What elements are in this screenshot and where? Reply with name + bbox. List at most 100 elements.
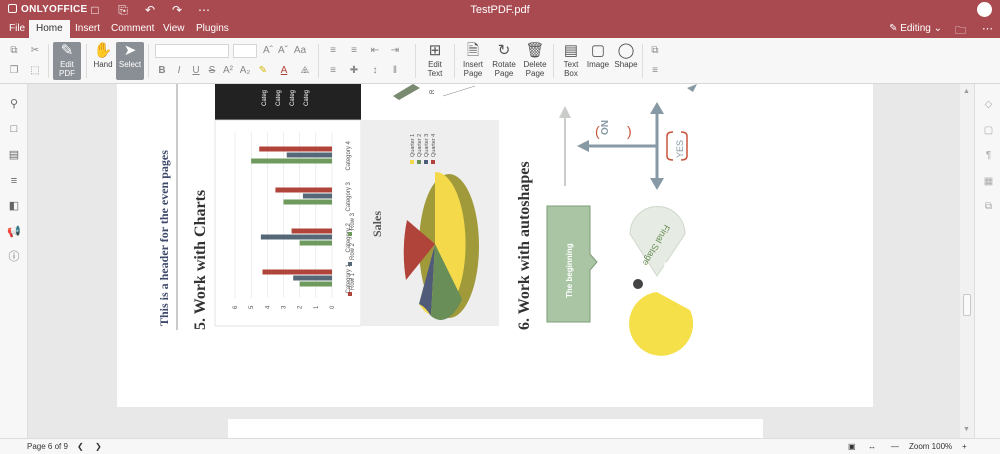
shape-icon: ◯	[617, 42, 635, 59]
arrow-head	[559, 106, 571, 118]
feedback-icon[interactable]: 📢	[7, 225, 21, 239]
arrange-icon[interactable]: ⧉	[648, 44, 662, 58]
font-size-select[interactable]	[233, 44, 257, 58]
comments-icon[interactable]: □	[7, 122, 21, 136]
tab-comment[interactable]: Comment	[104, 20, 161, 38]
chart-fragment-label: R	[430, 89, 436, 94]
tab-file[interactable]: File	[2, 20, 32, 38]
image-settings-icon[interactable]: ▢	[982, 124, 995, 137]
document-title: TestPDF.pdf	[470, 4, 530, 16]
paragraph-settings-icon[interactable]: ¶	[982, 149, 995, 162]
toolbar-divider	[318, 44, 319, 78]
document-canvas[interactable]: This is a header for the even pages 5. W…	[29, 84, 960, 438]
delete-page-button[interactable]: 🗑 Delete Page	[521, 42, 549, 78]
align-center-icon[interactable]: ✚	[347, 64, 361, 78]
search-icon[interactable]: ⚲	[7, 97, 21, 111]
scroll-down-icon[interactable]: ▼	[963, 426, 970, 433]
document-page: This is a header for the even pages 5. W…	[117, 84, 873, 407]
navigation-icon[interactable]: ≡	[7, 174, 21, 188]
rotate-page-button[interactable]: ↻ Rotate Page	[490, 42, 518, 78]
align-left-icon[interactable]: ≡	[326, 64, 340, 78]
text-art-settings-icon[interactable]: ⧉	[982, 200, 995, 213]
increase-font-icon[interactable]: Aˆ	[261, 44, 275, 58]
pacman-eye	[633, 279, 643, 289]
strikethrough-button[interactable]: S	[205, 64, 219, 78]
fit-page-icon[interactable]: ▣	[848, 442, 856, 451]
tab-plugins[interactable]: Plugins	[189, 20, 236, 38]
flow-arrow-up-head	[650, 102, 664, 114]
text-box-button[interactable]: ▤ Text Box	[557, 42, 585, 78]
bracket-shape: (	[595, 123, 600, 139]
toolbar: ⧉ ✂ ❐ ⬚ ✎ Edit PDF ✋ Hand ➤ Select Aˆ Aˇ…	[0, 38, 1000, 84]
font-name-select[interactable]	[155, 44, 229, 58]
table-settings-icon[interactable]: ▦	[982, 175, 995, 188]
highlight-icon[interactable]: ✎	[256, 64, 270, 78]
tab-home[interactable]: Home	[29, 20, 70, 38]
bar-legend-label: Row 2	[350, 242, 356, 260]
shape-settings-icon[interactable]: ◇	[982, 98, 995, 111]
numbering-icon[interactable]: ≡	[347, 44, 361, 58]
thumbnails-icon[interactable]: ◧	[7, 199, 21, 213]
image-button[interactable]: ▢ Image	[584, 42, 612, 69]
clear-format-icon[interactable]: ⧌	[298, 64, 312, 78]
hand-tool-button[interactable]: ✋ Hand	[89, 42, 117, 69]
right-sidebar: ◇ ▢ ¶ ▦ ⧉	[974, 84, 1000, 438]
left-sidebar: ⚲ □ ▤ ≡ ◧ 📢 ⓘ	[0, 84, 28, 438]
fit-width-icon[interactable]: ↔	[868, 442, 876, 451]
chart-fragment-line	[442, 85, 476, 97]
menu-bar: File Home Insert Comment View Plugins ✎ …	[0, 20, 1000, 38]
line-spacing-icon[interactable]: ↕	[368, 64, 382, 78]
status-bar: Page 6 of 9 ❮ ❯ ▣ ↔ — Zoom 100% +	[0, 438, 1000, 454]
chat-icon[interactable]: ▤	[7, 148, 21, 162]
bar-legend-label: Row 3	[350, 212, 356, 230]
page-indicator[interactable]: Page 6 of 9	[27, 442, 68, 451]
vertical-scrollbar[interactable]: ▲ ▼	[960, 84, 974, 438]
scrollbar-thumb[interactable]	[963, 294, 971, 316]
zoom-level[interactable]: Zoom 100%	[909, 442, 952, 451]
decrease-font-icon[interactable]: Aˇ	[276, 44, 290, 58]
flow-arrow-down-head	[650, 178, 664, 190]
copy-icon[interactable]: ⧉	[7, 44, 21, 58]
hand-icon: ✋	[93, 42, 113, 59]
bold-button[interactable]: B	[155, 64, 169, 78]
scroll-up-icon[interactable]: ▲	[963, 88, 970, 95]
superscript-button[interactable]: A²	[221, 64, 235, 78]
chart-fragment	[393, 84, 420, 100]
next-page-icon[interactable]: ❯	[95, 442, 102, 451]
prev-page-icon[interactable]: ❮	[77, 442, 84, 451]
share-icon[interactable]: ⋯	[982, 22, 993, 35]
tab-view[interactable]: View	[156, 20, 192, 38]
editing-mode-dropdown[interactable]: ✎ Editing ⌄	[889, 23, 942, 34]
change-case-icon[interactable]: Aa	[293, 44, 307, 58]
bullets-icon[interactable]: ≡	[326, 44, 340, 58]
bar-row-2	[302, 193, 332, 199]
italic-button[interactable]: I	[172, 64, 186, 78]
decrease-indent-icon[interactable]: ⇤	[368, 44, 382, 58]
user-avatar[interactable]	[977, 2, 992, 17]
edit-pdf-button[interactable]: ✎ Edit PDF	[53, 42, 81, 80]
paste-icon[interactable]: ❐	[7, 64, 21, 78]
font-color-icon[interactable]: A	[277, 64, 291, 78]
cut-icon[interactable]: ✂	[28, 44, 42, 58]
columns-icon[interactable]: ‖	[388, 64, 402, 78]
insert-page-button[interactable]: 🗎 Insert Page	[459, 42, 487, 78]
rotate-icon: ↻	[497, 42, 511, 59]
dark-table-block	[215, 84, 361, 120]
zoom-out-icon[interactable]: —	[891, 442, 899, 451]
bracket-shape: )	[627, 123, 632, 139]
about-icon[interactable]: ⓘ	[7, 250, 21, 264]
increase-indent-icon[interactable]: ⇥	[388, 44, 402, 58]
shape-label-yes: YES	[675, 140, 685, 158]
pie-legend-label: Quarter 4	[431, 134, 437, 157]
tab-insert[interactable]: Insert	[68, 20, 107, 38]
align-objects-icon[interactable]: ≡	[648, 64, 662, 78]
subscript-button[interactable]: A₂	[238, 64, 252, 78]
zoom-in-icon[interactable]: +	[962, 442, 967, 451]
select-tool-button[interactable]: ➤ Select	[116, 42, 144, 80]
underline-button[interactable]: U	[189, 64, 203, 78]
dark-table-label: Categ	[276, 90, 282, 106]
text-box-icon: ⊞	[428, 42, 442, 59]
shape-button[interactable]: ◯ Shape	[612, 42, 640, 69]
edit-text-button[interactable]: ⊞ Edit Text	[421, 42, 449, 78]
select-all-icon[interactable]: ⬚	[28, 64, 42, 78]
